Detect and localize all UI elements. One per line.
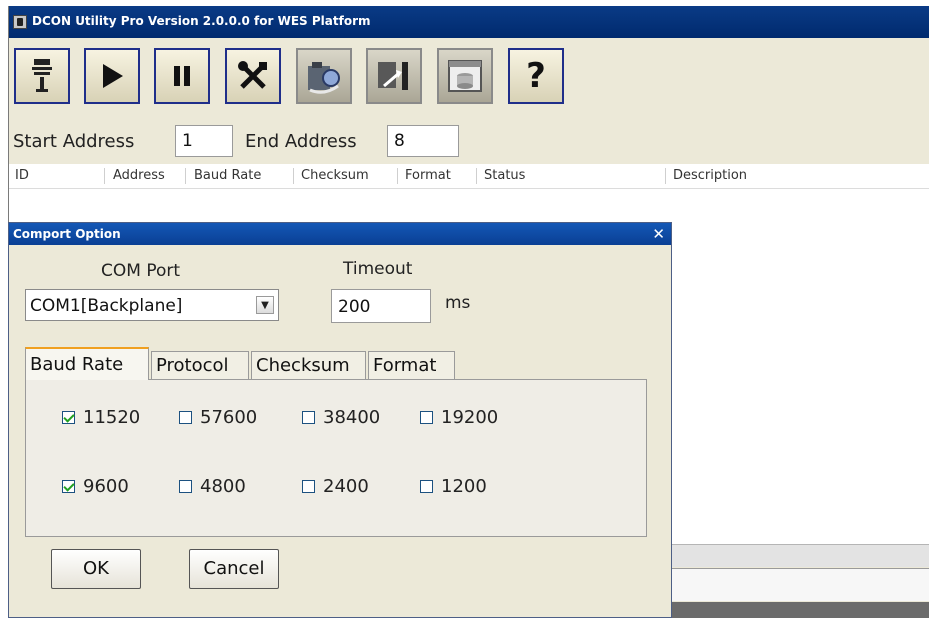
timeout-input[interactable]: 200	[331, 289, 431, 323]
column-divider	[104, 168, 105, 184]
checkbox-icon[interactable]	[420, 411, 433, 424]
column-divider	[293, 168, 294, 184]
module-icon	[32, 59, 52, 92]
search-module-icon	[308, 62, 340, 94]
baud-option-4800[interactable]: 4800	[179, 476, 246, 497]
baud-option-2400[interactable]: 2400	[302, 476, 369, 497]
database-icon	[448, 60, 482, 92]
baud-option-9600[interactable]: 9600	[62, 476, 129, 497]
end-address-input[interactable]: 8	[387, 125, 459, 157]
start-address-label: Start Address	[13, 131, 135, 152]
baud-option-11520[interactable]: 11520	[62, 407, 140, 428]
search-module-button[interactable]	[296, 48, 352, 104]
transfer-icon	[378, 62, 408, 90]
dialog-titlebar[interactable]: Comport Option ✕	[9, 223, 671, 245]
column-header-description[interactable]: Description	[673, 168, 747, 183]
column-header-baud-rate[interactable]: Baud Rate	[194, 168, 261, 183]
checkbox-checked-icon[interactable]	[62, 411, 75, 424]
baud-option-label: 57600	[200, 407, 258, 428]
ok-button[interactable]: OK	[51, 549, 141, 589]
tools-button[interactable]	[225, 48, 281, 104]
column-divider	[185, 168, 186, 184]
checkbox-checked-icon[interactable]	[62, 480, 75, 493]
baud-option-label: 19200	[441, 407, 499, 428]
baud-option-19200[interactable]: 19200	[420, 407, 498, 428]
com-port-value: COM1[Backplane]	[30, 296, 183, 316]
close-icon[interactable]: ✕	[652, 225, 665, 243]
chevron-down-icon[interactable]: ▼	[256, 296, 274, 314]
database-button[interactable]	[437, 48, 493, 104]
column-header-checksum[interactable]: Checksum	[301, 168, 369, 183]
cancel-button[interactable]: Cancel	[189, 549, 279, 589]
column-header-status[interactable]: Status	[484, 168, 525, 183]
checkbox-icon[interactable]	[302, 480, 315, 493]
app-icon	[13, 15, 27, 29]
dialog-title: Comport Option	[13, 227, 121, 241]
checkbox-icon[interactable]	[179, 411, 192, 424]
comport-option-dialog: Comport Option ✕ COM Port COM1[Backplane…	[8, 222, 672, 618]
module-button[interactable]	[14, 48, 70, 104]
help-button[interactable]: ?	[508, 48, 564, 104]
module-grid-header: ID Address Baud Rate Checksum Format Sta…	[9, 164, 929, 189]
baud-option-57600[interactable]: 57600	[179, 407, 257, 428]
column-header-address[interactable]: Address	[113, 168, 165, 183]
end-address-label: End Address	[245, 131, 357, 152]
transfer-button[interactable]	[366, 48, 422, 104]
window-titlebar[interactable]: DCON Utility Pro Version 2.0.0.0 for WES…	[9, 6, 929, 38]
baud-option-label: 38400	[323, 407, 381, 428]
play-icon	[103, 64, 123, 88]
column-divider	[665, 168, 666, 184]
tab-checksum[interactable]: Checksum	[251, 351, 366, 379]
column-divider	[476, 168, 477, 184]
baud-option-38400[interactable]: 38400	[302, 407, 380, 428]
baud-rate-panel: 11520 57600 38400 19200 9600 4800 2400 1…	[25, 379, 647, 537]
baud-option-label: 9600	[83, 476, 129, 497]
tab-protocol[interactable]: Protocol	[151, 351, 249, 379]
start-button[interactable]	[84, 48, 140, 104]
baud-option-label: 2400	[323, 476, 369, 497]
column-header-format[interactable]: Format	[405, 168, 451, 183]
tab-format[interactable]: Format	[368, 351, 455, 379]
timeout-unit: ms	[445, 293, 471, 313]
pause-icon	[174, 66, 190, 86]
baud-option-label: 1200	[441, 476, 487, 497]
baud-option-label: 4800	[200, 476, 246, 497]
help-icon: ?	[526, 56, 546, 96]
baud-option-label: 11520	[83, 407, 141, 428]
pause-button[interactable]	[154, 48, 210, 104]
start-address-input[interactable]: 1	[175, 125, 233, 157]
window-title: DCON Utility Pro Version 2.0.0.0 for WES…	[32, 14, 371, 28]
column-header-id[interactable]: ID	[15, 168, 29, 183]
toolbar: ?	[9, 38, 929, 122]
baud-option-1200[interactable]: 1200	[420, 476, 487, 497]
com-port-select[interactable]: COM1[Backplane] ▼	[25, 289, 279, 321]
column-divider	[397, 168, 398, 184]
timeout-label: Timeout	[343, 259, 413, 279]
checkbox-icon[interactable]	[302, 411, 315, 424]
checkbox-icon[interactable]	[420, 480, 433, 493]
com-port-label: COM Port	[101, 261, 181, 281]
tab-baud-rate[interactable]: Baud Rate	[25, 347, 149, 380]
tools-icon	[238, 61, 267, 89]
checkbox-icon[interactable]	[179, 480, 192, 493]
address-row: Start Address 1 End Address 8	[9, 122, 929, 164]
